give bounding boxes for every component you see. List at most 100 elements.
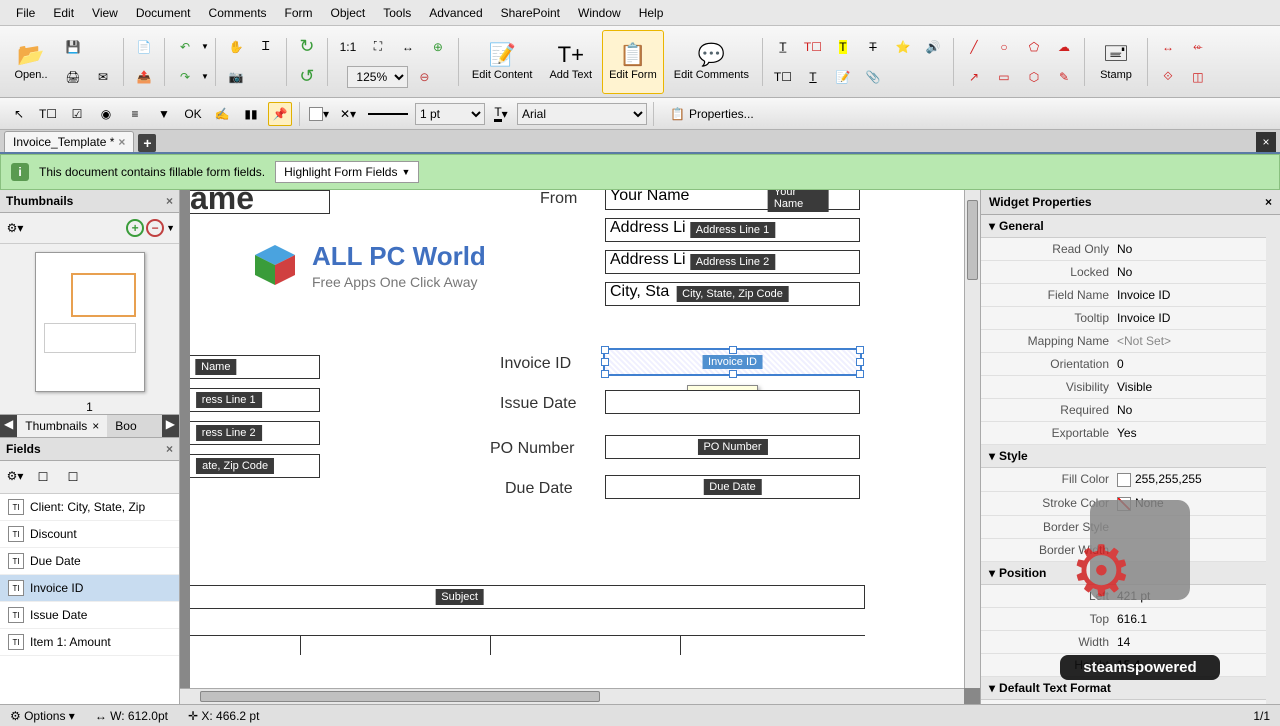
- prop-visibility[interactable]: Visible: [1117, 380, 1274, 394]
- open-button[interactable]: 📂 Open..: [6, 30, 56, 94]
- cloud-tool[interactable]: ☁: [1050, 33, 1078, 61]
- fields-tool-2[interactable]: ☐: [61, 465, 85, 489]
- fields-tool-1[interactable]: ☐: [31, 465, 55, 489]
- line-tool[interactable]: ╱: [960, 33, 988, 61]
- menu-edit[interactable]: Edit: [45, 3, 82, 23]
- invoice-id-field-selected[interactable]: Invoice ID: [603, 348, 862, 376]
- page-thumbnail[interactable]: [35, 252, 145, 392]
- thumbnail-zoom-out[interactable]: −: [146, 219, 164, 237]
- prop-top[interactable]: 616.1: [1117, 612, 1274, 626]
- thumbnails-close-icon[interactable]: ×: [166, 194, 173, 208]
- export-button[interactable]: 📤: [130, 63, 158, 91]
- client-city-field[interactable]: ate, Zip Code: [190, 454, 320, 478]
- client-addr2-field[interactable]: ress Line 2: [190, 421, 320, 445]
- eraser-tool[interactable]: ◫: [1184, 63, 1212, 91]
- client-addr1-field[interactable]: ress Line 1: [190, 388, 320, 412]
- due-date-field[interactable]: Due Date: [605, 475, 860, 499]
- prop-fill-color[interactable]: 255,255,255: [1117, 472, 1274, 487]
- menu-file[interactable]: File: [8, 3, 43, 23]
- radio-tool[interactable]: ◉: [94, 102, 118, 126]
- save-button[interactable]: 💾: [59, 33, 87, 61]
- prop-mapping[interactable]: <Not Set>: [1117, 334, 1274, 348]
- note-button[interactable]: 📝: [829, 63, 857, 91]
- email-button[interactable]: ✉: [89, 63, 117, 91]
- zoom-select[interactable]: 125%: [347, 66, 408, 88]
- document-tab[interactable]: Invoice_Template * ×: [4, 131, 134, 152]
- fields-close-icon[interactable]: ×: [166, 442, 173, 456]
- field-item[interactable]: TIDiscount: [0, 521, 179, 548]
- bookmarks-tab[interactable]: Boo: [107, 415, 144, 437]
- redo-button[interactable]: ↷: [171, 63, 199, 91]
- font-color-tool[interactable]: T▾: [489, 102, 513, 126]
- menu-sharepoint[interactable]: SharePoint: [493, 3, 568, 23]
- rect-tool[interactable]: ▭: [990, 63, 1018, 91]
- add-text-button[interactable]: T+ Add Text: [542, 30, 599, 94]
- polygon-line-tool[interactable]: ⬠: [1020, 33, 1048, 61]
- options-button[interactable]: ⚙ Options ▾: [10, 709, 75, 723]
- issue-date-field[interactable]: [605, 390, 860, 414]
- fill-color-tool[interactable]: ▾: [307, 102, 331, 126]
- menu-document[interactable]: Document: [128, 3, 199, 23]
- prop-field-name[interactable]: Invoice ID: [1117, 288, 1274, 302]
- rotate-cw-button[interactable]: ↺: [293, 63, 321, 91]
- prop-exportable[interactable]: Yes: [1117, 426, 1274, 440]
- checkbox-tool[interactable]: ☑: [65, 102, 89, 126]
- scan-button[interactable]: 📄: [130, 33, 158, 61]
- panel-nav-left[interactable]: ◀: [0, 415, 17, 437]
- properties-scrollbar[interactable]: [1266, 215, 1280, 704]
- oval-tool[interactable]: ○: [990, 33, 1018, 61]
- section-default-text[interactable]: ▾Default Text Format: [981, 677, 1280, 700]
- prop-orientation[interactable]: 0: [1117, 357, 1274, 371]
- typewriter-button[interactable]: T̲: [769, 33, 797, 61]
- undo-button[interactable]: ↶: [171, 33, 199, 61]
- fit-page-button[interactable]: ⛶: [364, 33, 392, 61]
- callout-button[interactable]: T☐: [769, 63, 797, 91]
- tab-close-icon[interactable]: ×: [118, 135, 125, 149]
- vertical-scrollbar[interactable]: [964, 190, 980, 688]
- close-icon[interactable]: ×: [92, 419, 99, 433]
- keep-tool[interactable]: 📌: [268, 102, 292, 126]
- distance-tool[interactable]: ↔: [1154, 33, 1182, 61]
- close-all-tabs-button[interactable]: ×: [1256, 132, 1276, 152]
- city-field[interactable]: City, Sta City, State, Zip Code: [605, 282, 860, 306]
- menu-help[interactable]: Help: [631, 3, 672, 23]
- fit-width-button[interactable]: ↔: [394, 33, 422, 61]
- listbox-tool[interactable]: ≡: [123, 102, 147, 126]
- subject-field[interactable]: Subject: [190, 585, 865, 609]
- fields-options-button[interactable]: ⚙▾: [4, 465, 26, 487]
- arrow-tool[interactable]: ↗: [960, 63, 988, 91]
- undo-dropdown-icon[interactable]: ▼: [201, 42, 209, 51]
- font-select[interactable]: Arial: [517, 103, 647, 125]
- pencil-tool[interactable]: ✎: [1050, 63, 1078, 91]
- prop-border-width[interactable]: [1117, 543, 1274, 557]
- barcode-tool[interactable]: ▮▮: [239, 102, 263, 126]
- section-position[interactable]: ▾Position: [981, 562, 1280, 585]
- prop-stroke-color[interactable]: None: [1117, 496, 1274, 511]
- prop-locked[interactable]: No: [1117, 265, 1274, 279]
- pointer-tool[interactable]: ↖: [7, 102, 31, 126]
- po-number-field[interactable]: PO Number: [605, 435, 860, 459]
- favorite-button[interactable]: ⭐: [889, 33, 917, 61]
- edit-form-button[interactable]: 📋 Edit Form: [602, 30, 664, 94]
- redo-dropdown-icon[interactable]: ▼: [201, 72, 209, 81]
- prop-tooltip[interactable]: Invoice ID: [1117, 311, 1274, 325]
- document-canvas[interactable]: ame ALL PC World Free Apps One Click Awa…: [190, 190, 964, 688]
- combobox-tool[interactable]: ▼: [152, 102, 176, 126]
- highlight-button[interactable]: T: [829, 33, 857, 61]
- zoom-in-button[interactable]: ⊕: [424, 33, 452, 61]
- fit-actual-button[interactable]: 1:1: [334, 33, 362, 61]
- perimeter-tool[interactable]: ⟐: [1154, 63, 1182, 91]
- area-tool[interactable]: ⬰: [1184, 33, 1212, 61]
- field-item[interactable]: TIDue Date: [0, 548, 179, 575]
- prop-required[interactable]: No: [1117, 403, 1274, 417]
- your-name-field[interactable]: Your Name Your Name: [605, 190, 860, 210]
- menu-form[interactable]: Form: [277, 3, 321, 23]
- menu-object[interactable]: Object: [323, 3, 374, 23]
- properties-close-icon[interactable]: ×: [1265, 195, 1272, 209]
- signature-tool[interactable]: ✍: [210, 102, 234, 126]
- text-field-tool[interactable]: T☐: [36, 102, 60, 126]
- address2-field[interactable]: Address Li Address Line 2: [605, 250, 860, 274]
- thumbnail-options-button[interactable]: ⚙▾: [4, 217, 26, 239]
- field-item[interactable]: TIItem 1: Amount: [0, 629, 179, 656]
- print-button[interactable]: 🖨: [59, 63, 87, 91]
